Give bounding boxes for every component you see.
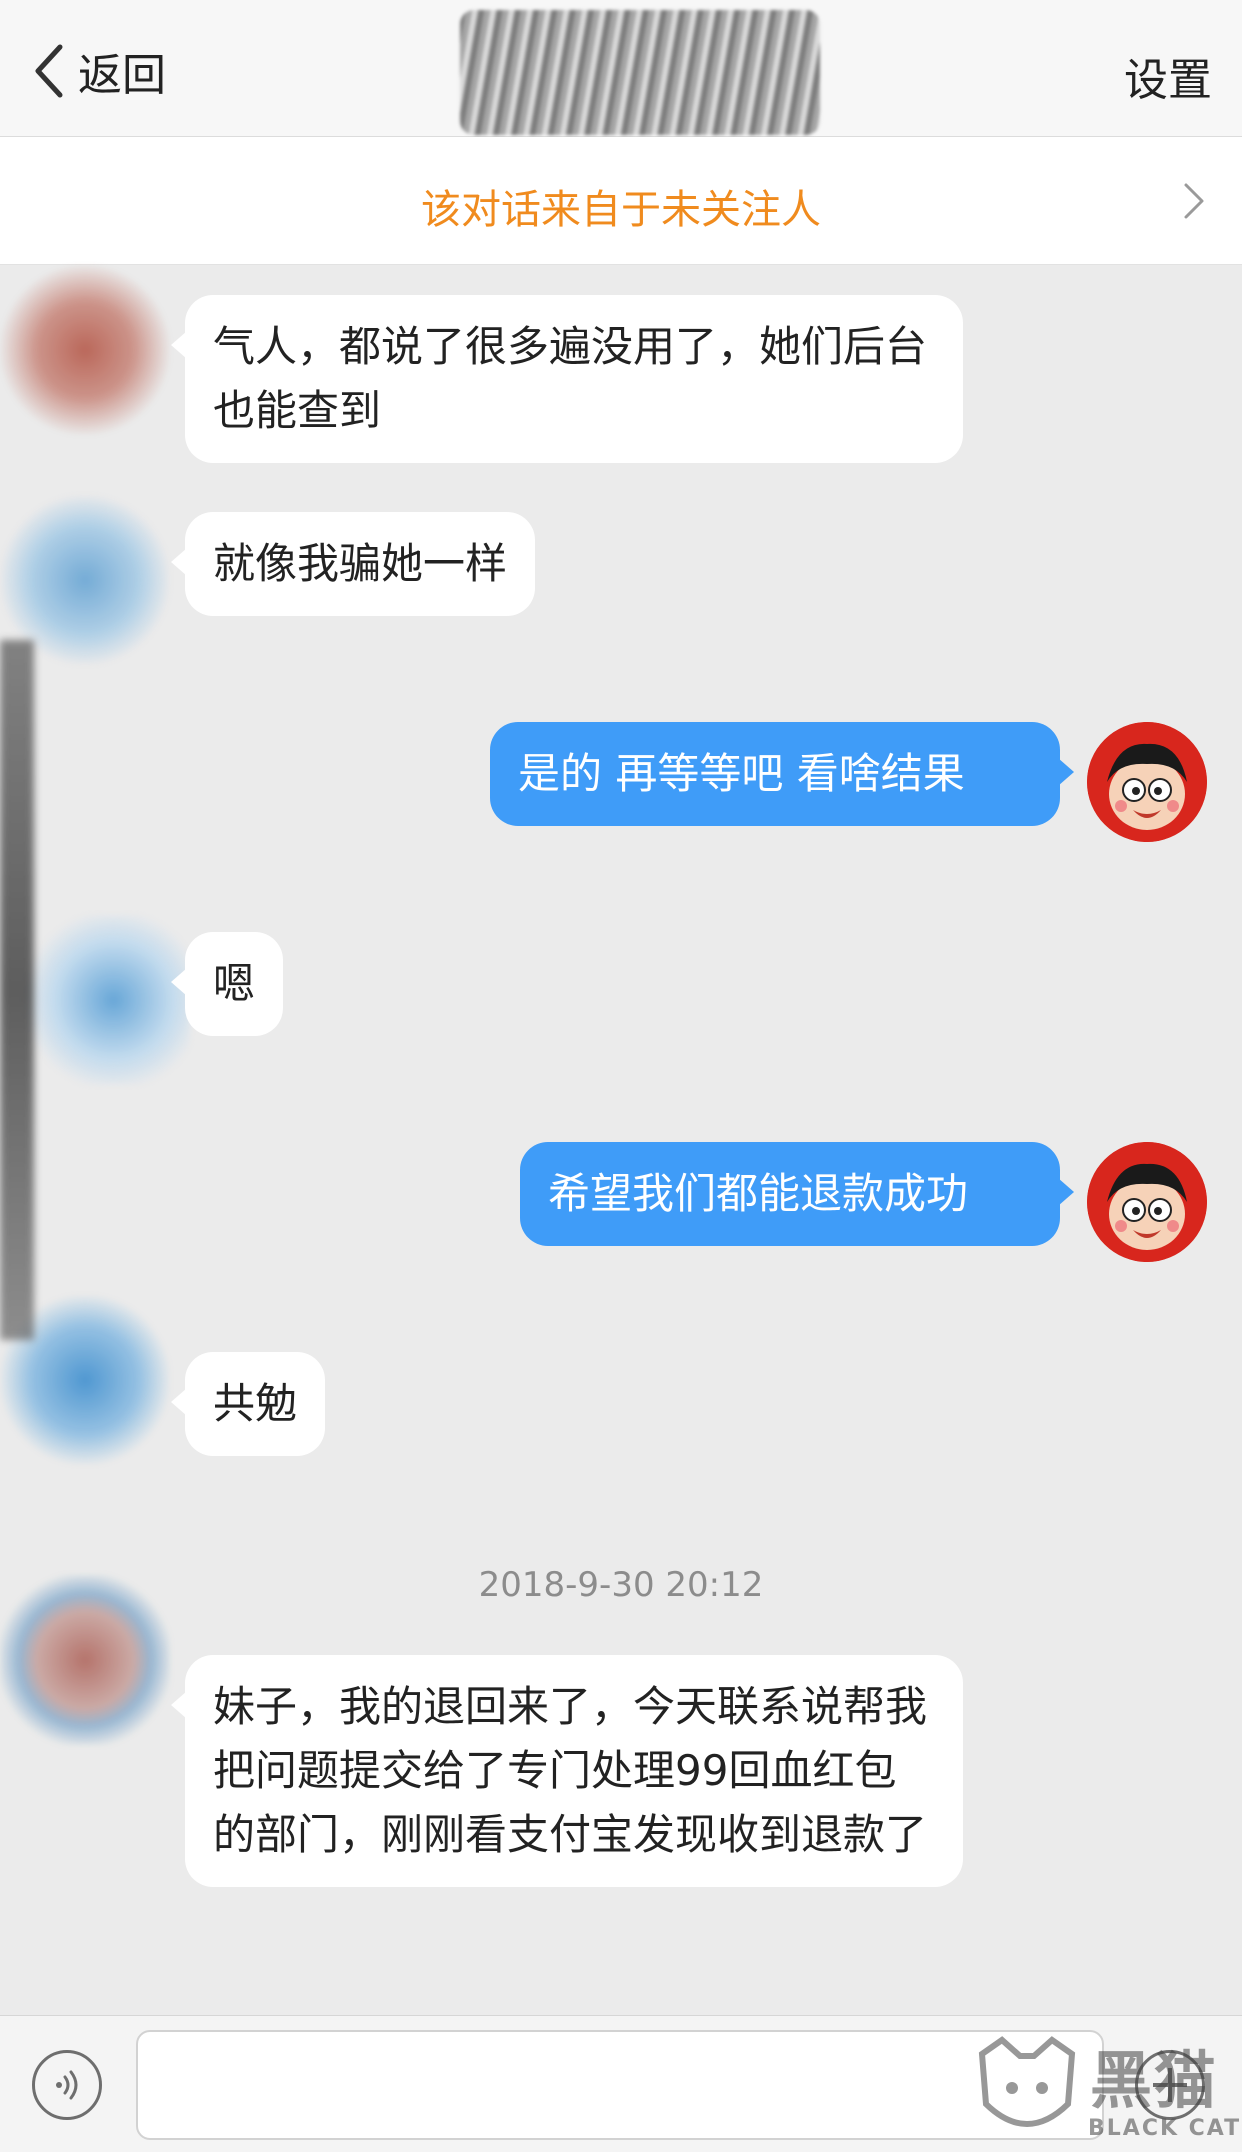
avatar-icon: [1087, 722, 1207, 842]
contact-avatar[interactable]: [20, 915, 190, 1085]
chevron-right-icon: [1184, 183, 1204, 219]
voice-button[interactable]: [32, 2050, 102, 2120]
avatar-icon: [1087, 1142, 1207, 1262]
my-avatar[interactable]: [1087, 722, 1207, 842]
top-nav-bar: 返回 设置: [0, 0, 1242, 137]
message-bubble-incoming[interactable]: 就像我骗她一样: [170, 512, 536, 616]
settings-button[interactable]: 设置: [1124, 44, 1212, 108]
redacted-title: [460, 10, 820, 135]
banner-text: 该对话来自于未关注人: [421, 187, 821, 233]
chevron-left-icon: [35, 44, 63, 98]
contact-avatar[interactable]: [0, 265, 170, 435]
cat-logo-icon: [978, 2036, 1076, 2127]
back-label: 返回: [78, 50, 166, 101]
non-follower-banner[interactable]: 该对话来自于未关注人: [0, 137, 1242, 265]
my-avatar[interactable]: [1087, 1142, 1207, 1262]
message-bubble-incoming[interactable]: 共勉: [170, 1352, 326, 1456]
message-bubble-outgoing[interactable]: 是的 再等等吧 看啥结果: [490, 722, 1074, 826]
redaction-scribble: [0, 640, 34, 1340]
message-bubble-incoming[interactable]: 嗯: [170, 932, 284, 1036]
voice-icon: [56, 2070, 78, 2100]
message-timestamp: 2018-9-30 20:12: [478, 1565, 764, 1605]
message-bubble-incoming[interactable]: 气人，都说了很多遍没用了，她们后台也能查到: [171, 295, 963, 463]
watermark-cn: 黑猫: [1090, 2044, 1219, 2117]
message-bubble-incoming[interactable]: 妹子，我的退回来了，今天联系说帮我把问题提交给了专门处理99回血红包的部门，刚刚…: [171, 1655, 963, 1887]
message-bubble-outgoing[interactable]: 希望我们都能退款成功: [520, 1142, 1074, 1246]
black-cat-watermark: 黑猫 BLACK CAT: [972, 2030, 1242, 2152]
message-input[interactable]: [136, 2030, 1104, 2140]
watermark-en: BLACK CAT: [1088, 2116, 1242, 2141]
back-button[interactable]: 返回: [30, 38, 166, 104]
